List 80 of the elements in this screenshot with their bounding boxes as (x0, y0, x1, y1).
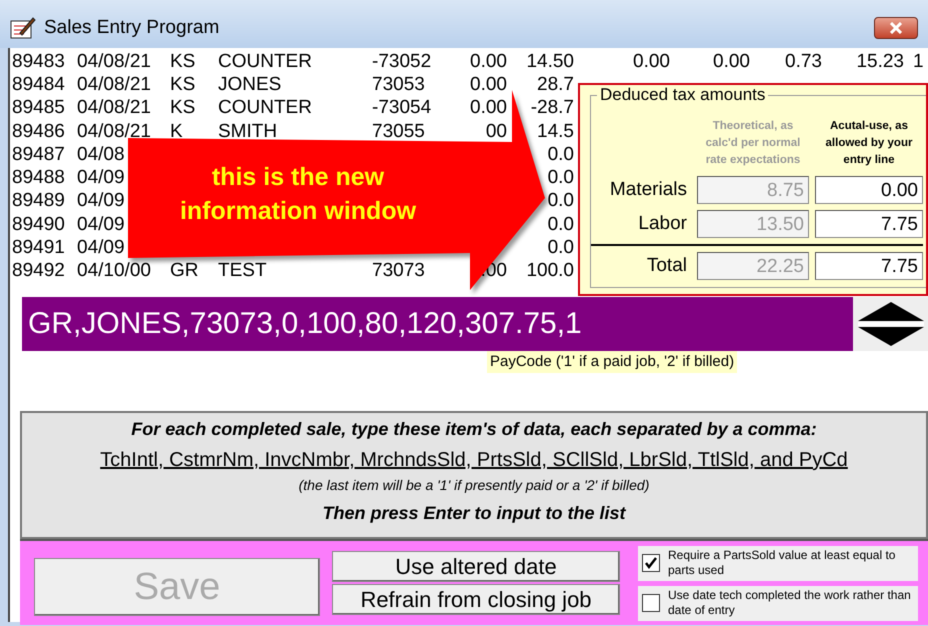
list-cell-text: KS (170, 50, 196, 73)
list-cell: 0.00 (470, 97, 507, 120)
list-cell-text: 73073 (372, 260, 426, 282)
column-header: Acutal-use, as allowed by your entry line (824, 119, 914, 168)
list-cell-text: 89488 (12, 167, 66, 190)
list-cell-text: 89492 (12, 260, 66, 282)
list-cell-text: -73052 (372, 50, 432, 73)
list-cell-text: JONES (218, 74, 282, 96)
list-cell-text: 14.50 (525, 50, 574, 73)
entry-field[interactable]: GR,JONES,73073,0,100,80,120,307.75,1 (22, 297, 853, 351)
list-cell-text: 0.73 (784, 50, 822, 73)
field-list: TchIntl, CstmrNm, InvcNmbr, MrchndsSld, PrtsSld, SCllSld, LbrSld, TtlSld, and PyCd (100, 449, 848, 477)
list-cell-text: K (170, 120, 184, 143)
list-cell-text: 00 (484, 120, 507, 143)
list-cell-text: 89484 (12, 74, 66, 96)
list-cell-text: 100.0 (525, 260, 574, 282)
amount-field[interactable]: 7.75 (815, 252, 923, 280)
amount-field[interactable]: 0.00 (815, 176, 923, 204)
list-cell-text: 89483 (12, 50, 66, 73)
callout-text: this is the new information window (178, 162, 418, 227)
list-cell-text: -73054 (372, 97, 432, 120)
instruction-note: (the last item will be a '1' if presently paid or a '2' if billed) (298, 477, 650, 495)
window-title: Sales Entry Program (44, 17, 220, 39)
list-cell-text: 0.0 (546, 144, 574, 166)
list-cell-text: 0.0 (546, 237, 574, 260)
list-cell-text: 04/09 (77, 214, 126, 236)
spinner-icon[interactable] (856, 300, 926, 348)
list-cell-text: 89490 (12, 214, 66, 236)
list-cell-text: GR (170, 260, 200, 282)
list-cell-text: 89486 (12, 120, 66, 143)
list-cell: 0.00 (470, 50, 507, 73)
list-cell-text: COUNTER (218, 97, 313, 120)
app-icon (10, 16, 36, 40)
list-cell-text: 04/08/21 (77, 74, 152, 96)
list-cell-text: 04/09 (77, 167, 126, 190)
instruction-heading: For each completed sale, type these item's of data, each separated by a comma: (131, 419, 817, 441)
column-header: Theoretical, as calc'd per normal rate expectations (704, 119, 802, 168)
list-cell-text: 04/08/21 (77, 50, 152, 73)
row-label: Labor (637, 213, 688, 235)
list-cell-text: 04/08/21 (77, 120, 152, 143)
list-cell-text: 73055 (372, 120, 426, 143)
list-cell-text: 1 (912, 50, 925, 73)
tooltip: PayCode ('1' if a paid job, '2' if billed) (487, 351, 738, 373)
list-cell: 0.00 (470, 74, 507, 96)
action-button[interactable]: Refrain from closing job (332, 584, 620, 615)
list-cell-text: 04/08 (77, 144, 126, 166)
list-cell-text: 0.0 (546, 214, 574, 236)
list-cell-text: 89485 (12, 97, 66, 120)
list-cell-text: 04/09 (77, 237, 126, 260)
option-label: Require a PartsSold value at least equal to parts used (668, 548, 896, 578)
list-cell-text: 15.23 (855, 50, 904, 73)
list-cell-text: 0.00 (712, 50, 750, 73)
list-cell-text: 89487 (12, 144, 66, 166)
list-cell-text: TEST (218, 260, 268, 282)
list-cell-text: 0.0 (546, 167, 574, 190)
option-label: Use date tech completed the work rather than date of entry (668, 588, 912, 618)
checkbox[interactable] (642, 554, 660, 572)
checkbox[interactable] (642, 594, 660, 612)
list-cell-text: 73053 (372, 74, 426, 96)
row-label: Materials (608, 179, 688, 201)
list-cell-text: 0.0 (546, 190, 574, 212)
list-cell-text: KS (170, 74, 196, 96)
close-button[interactable] (874, 17, 918, 39)
list-cell-text: -28.7 (530, 97, 574, 120)
list-cell-text: 04/10/00 (77, 260, 152, 282)
list-cell-text: 04/08/21 (77, 97, 152, 120)
amount-field[interactable]: 7.75 (815, 210, 923, 238)
list-cell-text: SMITH (218, 120, 278, 143)
list-cell-text: 0.00 (632, 50, 670, 73)
action-button[interactable]: Use altered date (332, 551, 620, 582)
close-icon (890, 22, 902, 34)
list-cell-text: 14.5 (536, 120, 574, 143)
instruction-footer: Then press Enter to input to the list (322, 503, 626, 533)
list-cell-text: 04/09 (77, 190, 126, 212)
list-cell-text: 28.7 (536, 74, 574, 96)
list-cell-text: 89491 (12, 237, 66, 260)
list-cell-text: 89489 (12, 190, 66, 212)
list-cell-text: KS (170, 97, 196, 120)
row-label: Total (646, 255, 688, 277)
list-cell-text: COUNTER (218, 50, 313, 73)
